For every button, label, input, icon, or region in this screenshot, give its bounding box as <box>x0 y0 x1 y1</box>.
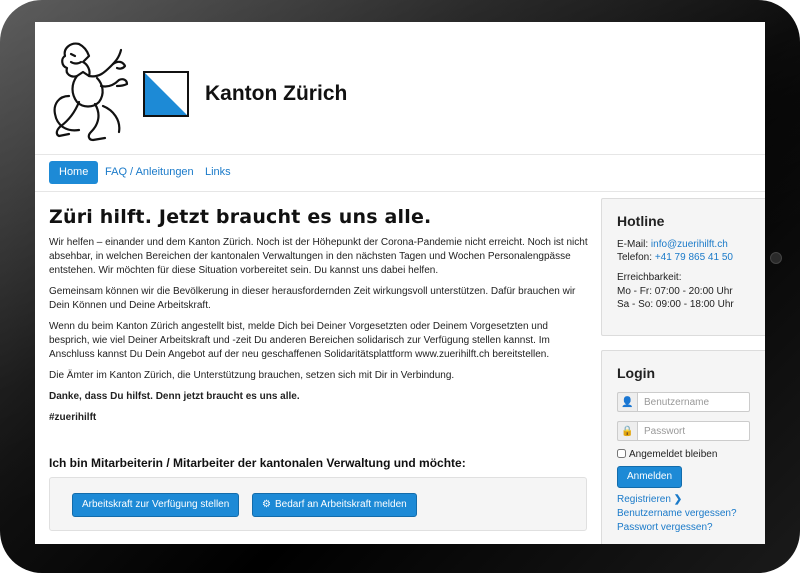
login-panel: Login 👤 🔒 Angemeldet bleiben Anmelden Re… <box>601 350 765 544</box>
register-link[interactable]: Registrieren ❯ <box>617 494 682 505</box>
remember-label: Angemeldet bleiben <box>629 449 718 460</box>
offer-workforce-button[interactable]: Arbeitskraft zur Verfügung stellen <box>72 493 240 517</box>
employee-subheading: Ich bin Mitarbeiterin / Mitarbeiter der … <box>49 456 466 470</box>
register-label: Registrieren <box>617 494 671 505</box>
main-content: Züri hilft. Jetzt braucht es uns alle. W… <box>49 206 589 432</box>
gear-icon: ⚙ <box>262 499 271 510</box>
remember-checkbox[interactable] <box>617 449 626 458</box>
lion-logo-icon <box>53 42 129 142</box>
thanks-line: Danke, dass Du hilfst. Denn jetzt brauch… <box>49 391 300 402</box>
nav-home[interactable]: Home <box>49 161 99 184</box>
screen: Kanton Zürich Home FAQ / Anleitungen Lin… <box>35 22 765 544</box>
hashtag: #zuerihilft <box>49 412 97 423</box>
hotline-panel: Hotline E-Mail: info@zuerihilft.ch Telef… <box>601 198 765 336</box>
chevron-right-icon: ❯ <box>673 494 683 505</box>
email-label: E-Mail: <box>617 239 649 250</box>
phone-link[interactable]: +41 79 865 41 50 <box>655 252 733 263</box>
request-workforce-label: Bedarf an Arbeitskraft melden <box>274 499 407 510</box>
hours-weekdays: Mo - Fr: 07:00 - 20:00 Uhr <box>617 286 733 297</box>
login-button[interactable]: Anmelden <box>617 466 683 488</box>
intro-paragraph: Wir helfen – einander und dem Kanton Zür… <box>49 237 588 276</box>
username-group: 👤 <box>617 392 750 412</box>
site-header: Kanton Zürich <box>35 22 765 154</box>
remember-me: Angemeldet bleiben <box>617 449 717 460</box>
forgot-password-link[interactable]: Passwort vergessen? <box>617 522 713 533</box>
forgot-username-link[interactable]: Benutzername vergessen? <box>617 508 737 519</box>
password-input[interactable] <box>637 421 750 441</box>
login-title: Login <box>617 365 656 381</box>
reachability-label: Erreichbarkeit: <box>617 272 682 283</box>
hotline-title: Hotline <box>617 213 665 229</box>
email-link[interactable]: info@zuerihilft.ch <box>651 239 728 250</box>
contact-paragraph: Die Ämter im Kanton Zürich, die Unterstü… <box>49 370 455 381</box>
page-title: Züri hilft. Jetzt braucht es uns alle. <box>49 206 432 228</box>
username-input[interactable] <box>637 392 750 412</box>
password-group: 🔒 <box>617 421 750 441</box>
lock-icon: 🔒 <box>617 421 637 441</box>
instructions-paragraph: Wenn du beim Kanton Zürich angestellt bi… <box>49 321 550 360</box>
tablet-camera <box>770 252 782 264</box>
hotline-phone-row: Telefon: +41 79 865 41 50 <box>617 251 733 264</box>
user-icon: 👤 <box>617 392 637 412</box>
request-workforce-button[interactable]: ⚙ Bedarf an Arbeitskraft melden <box>252 493 417 517</box>
nav-faq[interactable]: FAQ / Anleitungen <box>95 161 204 184</box>
site-title: Kanton Zürich <box>205 82 348 105</box>
hours-weekend: Sa - So: 09:00 - 18:00 Uhr <box>617 299 734 310</box>
phone-label: Telefon: <box>617 252 653 263</box>
nav-links[interactable]: Links <box>195 161 241 184</box>
support-paragraph: Gemeinsam können wir die Bevölkerung in … <box>49 286 576 311</box>
main-navigation: Home FAQ / Anleitungen Links <box>35 154 765 192</box>
hotline-email-row: E-Mail: info@zuerihilft.ch <box>617 238 728 251</box>
zurich-flag-icon <box>143 71 189 117</box>
action-well: Arbeitskraft zur Verfügung stellen ⚙ Beda… <box>49 477 587 531</box>
